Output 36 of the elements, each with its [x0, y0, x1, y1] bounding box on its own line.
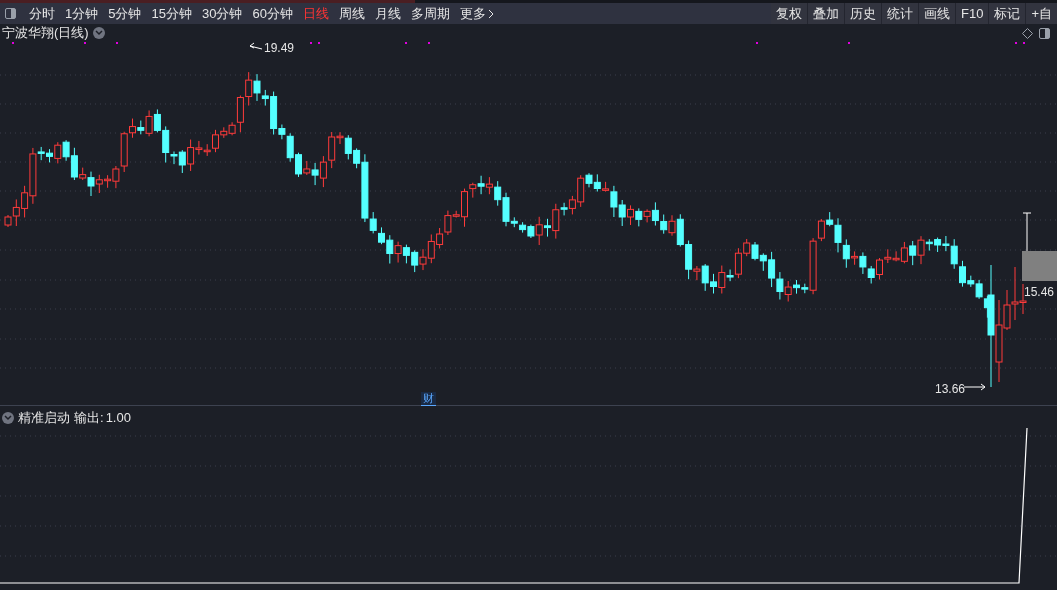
toolbar-button[interactable]: 标记 — [989, 3, 1026, 24]
period-tab[interactable]: 1分钟 — [60, 3, 104, 24]
toolbar-button[interactable]: 统计 — [882, 3, 918, 24]
current-price-label: 15.46 — [1024, 285, 1055, 299]
period-tab[interactable]: 多周期 — [405, 3, 455, 24]
toolbar-button[interactable]: F10 — [956, 3, 989, 24]
period-tab[interactable]: 5分钟 — [103, 3, 147, 24]
diamond-icon[interactable] — [1022, 28, 1033, 39]
low-price-label: 13.66 — [935, 382, 966, 396]
period-tab[interactable]: 15分钟 — [146, 3, 197, 24]
period-tab[interactable]: 分时 — [24, 3, 60, 24]
output-value: 1.00 — [105, 409, 131, 427]
toolbar-button[interactable]: 叠加 — [808, 3, 844, 24]
low-arrow — [963, 383, 986, 391]
toolbar-button[interactable]: +自 — [1026, 3, 1057, 24]
indicator-name: 精准启动 — [18, 409, 70, 427]
period-tab[interactable]: 月线 — [369, 3, 406, 24]
period-tab[interactable]: 更多 — [454, 3, 499, 24]
toolbar-button[interactable]: 画线 — [919, 3, 955, 24]
chevron-right-icon — [487, 8, 494, 19]
high-price-label: 19.49 — [264, 41, 295, 55]
toolbar-button[interactable]: 复权 — [771, 3, 807, 24]
finance-event-badge[interactable]: 财 — [421, 392, 436, 406]
dropdown-icon[interactable] — [2, 411, 14, 424]
period-tab[interactable]: 周线 — [333, 3, 370, 24]
panel-toggle-icon[interactable] — [5, 8, 16, 19]
dropdown-icon[interactable] — [92, 26, 105, 39]
toolbar-button[interactable]: 历史 — [845, 3, 881, 24]
current-price-marker — [1022, 212, 1057, 281]
period-tab[interactable]: 30分钟 — [196, 3, 248, 24]
high-arrow — [249, 42, 263, 50]
period-tab[interactable]: 60分钟 — [247, 3, 298, 24]
chart-title: 宁波华翔(日线) — [2, 25, 89, 40]
period-tab[interactable]: 日线 — [297, 3, 334, 24]
output-label: 输出: — [74, 409, 104, 427]
panel-toggle-icon[interactable] — [1039, 28, 1050, 39]
